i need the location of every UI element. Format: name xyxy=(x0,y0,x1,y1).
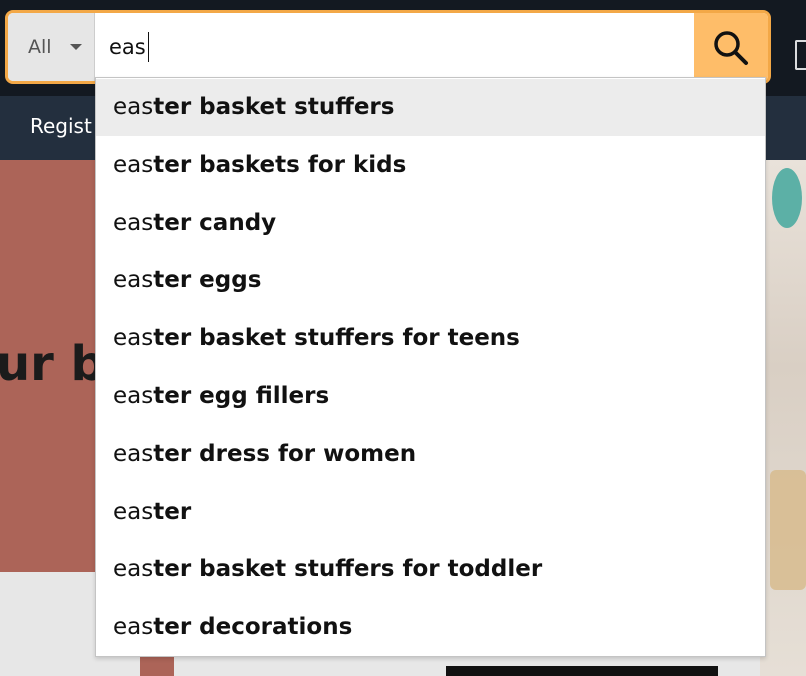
suggestion-item[interactable]: easter basket stuffers for teens xyxy=(96,310,765,367)
department-label: All xyxy=(28,36,52,58)
suggestion-completion: ter basket stuffers for teens xyxy=(153,325,520,352)
promo-card-image[interactable] xyxy=(446,666,718,676)
search-bar: All xyxy=(5,10,771,84)
suggestion-prefix: eas xyxy=(113,209,154,236)
partial-header-icon[interactable] xyxy=(795,40,806,70)
suggestion-prefix: eas xyxy=(113,151,154,178)
suggestion-prefix: eas xyxy=(113,94,154,120)
suggestion-item[interactable]: easter basket stuffers for toddler xyxy=(96,541,765,598)
suggestion-item[interactable]: easter egg fillers xyxy=(96,368,765,425)
caret-down-icon xyxy=(70,44,82,50)
suggestion-completion: ter egg fillers xyxy=(153,383,330,409)
suggestion-prefix: eas xyxy=(113,325,154,352)
suggestion-item[interactable]: easter xyxy=(96,484,765,541)
suggestion-completion: ter baskets for kids xyxy=(153,151,407,178)
basket-decoration xyxy=(770,470,806,590)
suggestion-prefix: eas xyxy=(113,383,154,409)
text-cursor xyxy=(148,32,149,62)
suggestion-prefix: eas xyxy=(113,614,154,641)
suggestion-prefix: eas xyxy=(113,267,154,294)
search-button[interactable] xyxy=(694,13,768,81)
suggestion-completion: ter eggs xyxy=(153,267,262,294)
egg-decoration xyxy=(772,168,802,228)
suggestion-completion: ter decorations xyxy=(153,614,353,641)
suggestion-completion: ter basket stuffers for toddler xyxy=(153,556,543,583)
suggestion-item[interactable]: easter decorations xyxy=(96,599,765,656)
suggestion-prefix: eas xyxy=(113,556,154,583)
search-icon xyxy=(714,31,748,65)
suggestion-item[interactable]: easter baskets for kids xyxy=(96,137,765,194)
search-input[interactable] xyxy=(96,13,694,81)
suggestion-completion: ter dress for women xyxy=(153,440,417,467)
suggestion-item[interactable]: easter eggs xyxy=(96,252,765,309)
suggestion-prefix: eas xyxy=(113,498,154,525)
suggestion-item[interactable]: easter basket stuffers xyxy=(96,79,765,136)
suggestion-prefix: eas xyxy=(113,440,154,467)
hero-image xyxy=(760,160,806,676)
registry-link[interactable]: Regist xyxy=(30,112,92,140)
suggestion-item[interactable]: easter dress for women xyxy=(96,426,765,483)
hero-heading: ur b xyxy=(0,336,105,392)
department-select[interactable]: All xyxy=(8,13,95,81)
suggestion-completion: ter candy xyxy=(153,209,277,236)
suggestion-item[interactable]: easter candy xyxy=(96,195,765,252)
suggestion-completion: ter xyxy=(153,498,192,525)
suggestion-dropdown: easter basket stuffers easter baskets for… xyxy=(95,77,766,657)
suggestion-completion: ter basket stuffers xyxy=(153,94,395,120)
